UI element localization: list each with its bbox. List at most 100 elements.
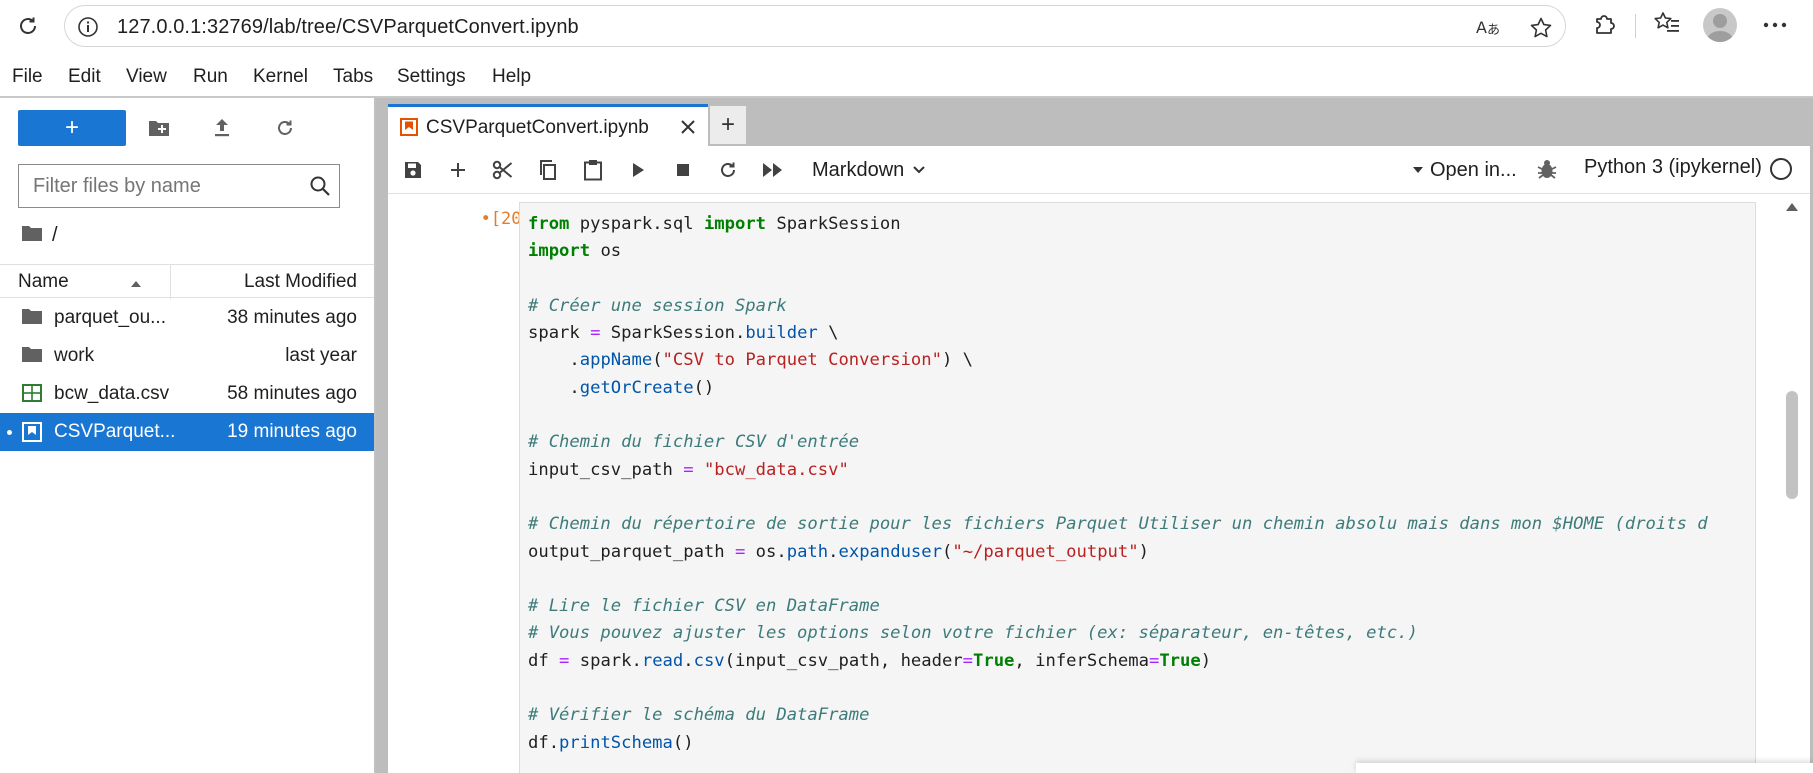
code-line[interactable]: # Vérifier le schéma du DataFrame <box>528 702 1708 729</box>
reload-icon[interactable] <box>8 8 48 44</box>
folder-icon[interactable] <box>22 225 42 246</box>
running-indicator-icon <box>7 430 12 435</box>
code-line[interactable]: # Chemin du fichier CSV d'entrée <box>528 429 1708 456</box>
menu-tabs[interactable]: Tabs <box>333 66 373 88</box>
code-line[interactable]: # Chemin du répertoire de sortie pour le… <box>528 511 1708 538</box>
code-line[interactable]: .appName("CSV to Parquet Conversion") \ <box>528 347 1708 374</box>
run-icon[interactable] <box>623 156 653 184</box>
filter-files-field[interactable] <box>18 164 340 208</box>
scrollbar[interactable] <box>1780 195 1810 773</box>
code-line[interactable]: # Vous pouvez ajuster les options selon … <box>528 620 1708 647</box>
stop-icon[interactable] <box>668 156 698 184</box>
copy-icon[interactable] <box>533 156 563 184</box>
menu-help[interactable]: Help <box>492 66 531 88</box>
code-line[interactable]: ​ <box>528 675 1708 702</box>
upload-icon[interactable] <box>205 112 239 144</box>
file-list-header: Name Last Modified <box>0 264 374 299</box>
menu-view[interactable]: View <box>126 66 167 88</box>
column-name[interactable]: Name <box>18 271 69 293</box>
menu-file[interactable]: File <box>12 66 43 88</box>
code-cell-editor[interactable]: from pyspark.sql import SparkSession impo… <box>519 202 1756 773</box>
scroll-up-arrow-icon[interactable] <box>1785 199 1799 217</box>
breadcrumb[interactable]: / <box>22 222 58 248</box>
list-item[interactable]: work last year <box>0 337 374 375</box>
file-modified: 19 minutes ago <box>227 421 357 442</box>
notebook-content: •[20]: from pyspark.sql import SparkSess… <box>388 195 1810 773</box>
code-text[interactable]: from pyspark.sql import SparkSession impo… <box>528 211 1708 757</box>
menu-edit[interactable]: Edit <box>68 66 101 88</box>
cell-type-value: Markdown <box>812 158 905 181</box>
list-item[interactable]: CSVParquet... 19 minutes ago <box>0 413 374 451</box>
toolbar-divider <box>1635 14 1636 38</box>
file-browser: + / Name Last Modified parquet_ou... 38 … <box>0 98 374 773</box>
cell-type-dropdown[interactable]: Markdown <box>812 154 926 186</box>
save-icon[interactable] <box>398 156 428 184</box>
info-icon[interactable] <box>77 16 99 43</box>
tab-notebook[interactable]: CSVParquetConvert.ipynb <box>388 104 708 146</box>
notebook-icon <box>400 118 418 141</box>
favorites-list-icon[interactable] <box>1653 10 1681 41</box>
restart-icon[interactable] <box>713 156 743 184</box>
read-aloud-icon[interactable]: Aあ <box>1475 16 1501 43</box>
notebook-panel: Markdown Open in... Python 3 (ipykernel)… <box>388 146 1810 773</box>
new-folder-icon[interactable] <box>142 112 176 144</box>
search-icon <box>309 175 331 202</box>
folder-icon <box>22 346 42 368</box>
kernel-name-button[interactable]: Python 3 (ipykernel) <box>1584 156 1762 179</box>
menu-kernel[interactable]: Kernel <box>253 66 308 88</box>
star-icon[interactable] <box>1529 16 1553 45</box>
plus-icon: + <box>720 111 735 138</box>
list-item[interactable]: parquet_ou... 38 minutes ago <box>0 299 374 337</box>
file-modified: 38 minutes ago <box>227 307 357 328</box>
code-line[interactable]: # Créer une session Spark <box>528 293 1708 320</box>
refresh-icon[interactable] <box>268 112 302 144</box>
browser-toolbar: 127.0.0.1:32769/lab/tree/CSVParquetConve… <box>0 0 1813 52</box>
file-name: bcw_data.csv <box>54 383 170 404</box>
code-line[interactable]: from pyspark.sql import SparkSession <box>528 211 1708 238</box>
svg-text:あ: あ <box>1487 23 1500 38</box>
list-item[interactable]: bcw_data.csv 58 minutes ago <box>0 375 374 413</box>
filter-input[interactable] <box>33 175 293 197</box>
avatar[interactable] <box>1703 8 1737 42</box>
code-line[interactable]: # Lire le fichier CSV en DataFrame <box>528 593 1708 620</box>
restart-run-all-icon[interactable] <box>758 156 788 184</box>
debugger-bug-icon[interactable] <box>1536 158 1558 185</box>
more-dots-icon[interactable] <box>1762 14 1788 41</box>
menu-run[interactable]: Run <box>193 66 228 88</box>
code-line[interactable]: ​ <box>528 484 1708 511</box>
open-in-dropdown[interactable]: Open in... <box>1412 156 1517 184</box>
paste-icon[interactable] <box>578 156 608 184</box>
sort-up-icon <box>130 275 142 293</box>
new-launcher-button[interactable]: + <box>18 110 126 146</box>
code-line[interactable]: import os <box>528 238 1708 265</box>
insert-cell-icon[interactable] <box>443 156 473 184</box>
scrollbar-thumb[interactable] <box>1786 391 1798 499</box>
cut-icon[interactable] <box>488 156 518 184</box>
column-last-modified[interactable]: Last Modified <box>244 271 357 293</box>
close-icon[interactable] <box>678 117 698 142</box>
notebook-toolbar: Markdown Open in... Python 3 (ipykernel) <box>388 146 1810 194</box>
caret-down-icon <box>1413 167 1423 173</box>
code-line[interactable]: ​ <box>528 402 1708 429</box>
plus-icon: + <box>64 114 79 141</box>
code-line[interactable]: ​ <box>528 266 1708 293</box>
breadcrumb-root[interactable]: / <box>52 224 58 247</box>
code-line[interactable]: ​ <box>528 566 1708 593</box>
code-line[interactable]: spark = SparkSession.builder \ <box>528 320 1708 347</box>
file-name: CSVParquet... <box>54 421 176 442</box>
address-bar[interactable]: 127.0.0.1:32769/lab/tree/CSVParquetConve… <box>64 5 1566 47</box>
add-tab-button[interactable]: + <box>710 106 746 144</box>
code-line[interactable]: input_csv_path = "bcw_data.csv" <box>528 457 1708 484</box>
menu-bar: File Edit View Run Kernel Tabs Settings … <box>0 58 1813 96</box>
code-line[interactable]: .getOrCreate() <box>528 375 1708 402</box>
menu-settings[interactable]: Settings <box>397 66 466 88</box>
code-line[interactable]: df = spark.read.csv(input_csv_path, head… <box>528 648 1708 675</box>
file-modified: 58 minutes ago <box>227 383 357 404</box>
spreadsheet-icon <box>22 384 42 407</box>
code-line[interactable]: output_parquet_path = os.path.expanduser… <box>528 539 1708 566</box>
column-divider[interactable] <box>170 265 171 299</box>
url-text[interactable]: 127.0.0.1:32769/lab/tree/CSVParquetConve… <box>117 16 579 39</box>
tab-label: CSVParquetConvert.ipynb <box>426 117 649 138</box>
code-line[interactable]: df.printSchema() <box>528 730 1708 757</box>
puzzle-icon[interactable] <box>1592 10 1618 41</box>
